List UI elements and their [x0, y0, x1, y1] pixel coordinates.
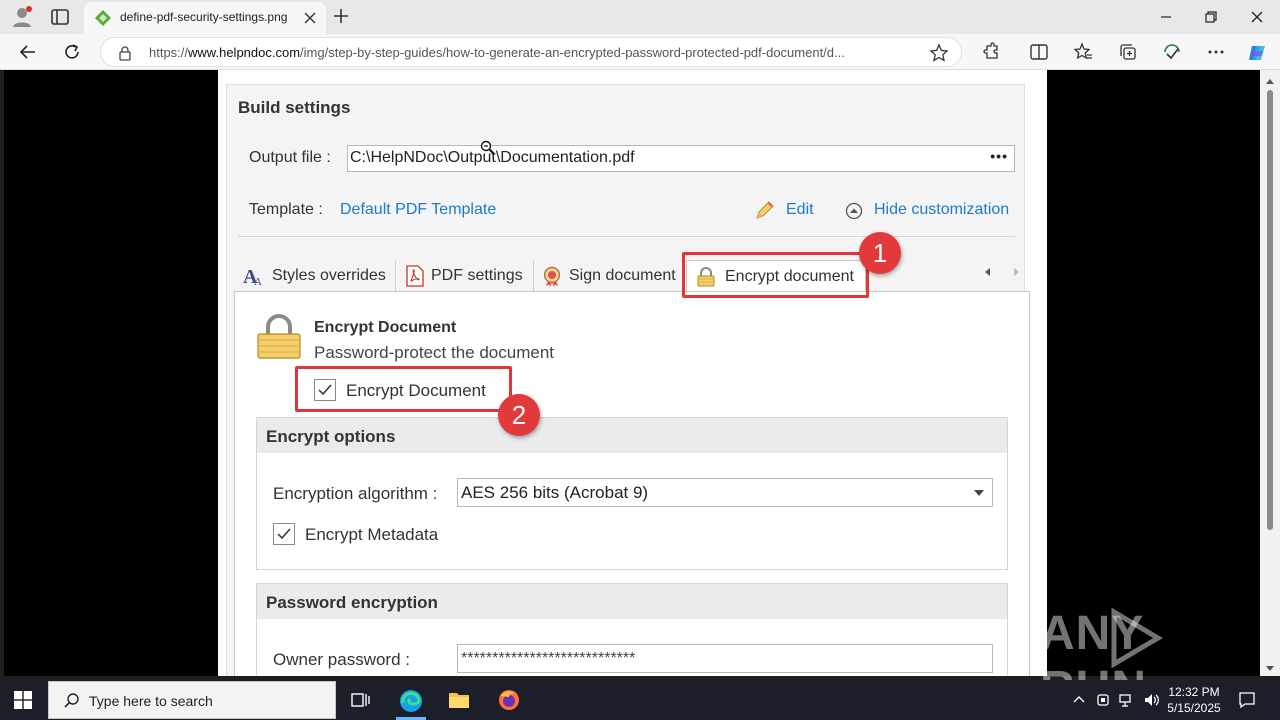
minimize-icon[interactable] [1155, 6, 1177, 28]
favorite-star-icon[interactable] [929, 43, 949, 63]
encrypt-metadata-checkbox[interactable] [273, 523, 295, 545]
encrypt-metadata-label[interactable]: Encrypt Metadata [305, 525, 438, 545]
restore-icon[interactable] [1200, 6, 1222, 28]
scroll-down-icon[interactable] [1265, 660, 1275, 671]
tab-scroll-right-icon[interactable] [1010, 265, 1022, 277]
build-settings-title: Build settings [238, 98, 351, 117]
output-file-input[interactable]: C:\HelpNDoc\Output\Documentation.pdf ••• [347, 145, 1015, 172]
usb-device-icon[interactable] [1095, 692, 1111, 708]
lock-icon[interactable] [117, 45, 133, 61]
favorites-icon[interactable] [1073, 42, 1093, 62]
edge-taskbar-icon[interactable] [398, 688, 422, 712]
step-badge-1: 1 [859, 232, 901, 274]
template-link[interactable]: Default PDF Template [340, 201, 496, 219]
search-placeholder: Type here to search [89, 693, 213, 709]
tab-close-icon[interactable] [302, 10, 318, 26]
screenshot-image: Build settings Output file : C:\HelpNDoc… [218, 70, 1047, 676]
clock-date: 5/15/2025 [1167, 701, 1221, 715]
back-icon[interactable] [18, 42, 38, 62]
network-icon[interactable] [1119, 692, 1135, 708]
clock-time: 12:32 PM [1168, 685, 1220, 699]
profile-icon[interactable] [10, 5, 34, 29]
notification-icon[interactable] [1238, 691, 1256, 709]
close-window-icon[interactable] [1246, 6, 1268, 28]
encrypt-options-title: Encrypt options [257, 418, 1007, 453]
settings-tabs: AA Styles overrides PDF settings Sign do… [234, 260, 1030, 292]
page-viewport: Build settings Output file : C:\HelpNDoc… [4, 70, 1260, 676]
large-padlock-icon [256, 314, 302, 360]
pencil-icon[interactable] [754, 199, 776, 221]
password-encryption-title: Password encryption [257, 584, 1007, 619]
url-text[interactable]: https://www.helpndoc.com/img/step-by-ste… [149, 45, 919, 60]
template-label: Template : [249, 201, 323, 218]
svg-text:A: A [254, 276, 262, 287]
play-logo-icon [1108, 607, 1164, 669]
encrypt-subtitle: Password-protect the document [314, 343, 555, 362]
tab-strip: define-pdf-security-settings.png [0, 0, 1280, 34]
system-clock[interactable]: 12:32 PM 5/15/2025 [1166, 684, 1222, 716]
collections-icon[interactable] [1118, 42, 1138, 62]
taskbar-search-box[interactable]: Type here to search [48, 681, 336, 719]
tab-title: define-pdf-security-settings.png [120, 10, 288, 24]
browser-tab[interactable]: define-pdf-security-settings.png [84, 2, 326, 34]
address-bar[interactable]: https://www.helpndoc.com/img/step-by-ste… [100, 37, 962, 67]
edit-button[interactable]: Edit [786, 201, 814, 219]
browser-toolbar: https://www.helpndoc.com/img/step-by-ste… [0, 34, 1280, 70]
windows-start-icon[interactable] [14, 691, 32, 709]
collapse-up-icon[interactable] [845, 202, 863, 220]
split-screen-icon[interactable] [1029, 42, 1049, 62]
encrypt-heading: Encrypt Document [314, 319, 457, 336]
volume-icon[interactable] [1143, 692, 1159, 708]
checkmark-icon [277, 528, 291, 540]
copilot-icon[interactable] [1247, 42, 1267, 62]
zoom-cursor-icon [480, 140, 496, 156]
certificate-seal-icon [543, 266, 561, 287]
encryption-algorithm-select[interactable]: AES 256 bits (Acrobat 9) [457, 478, 993, 507]
password-encryption-group: Password encryption Owner password : ***… [256, 583, 1008, 676]
tab-scroll-left-icon[interactable] [982, 265, 994, 277]
callout-box-1 [682, 252, 869, 298]
pdf-file-icon [406, 265, 424, 287]
windows-taskbar: Type here to search 12:32 PM 5/15/2025 [0, 680, 1280, 720]
tray-chevron-icon[interactable] [1071, 692, 1087, 708]
tab-sign-document[interactable]: Sign document [535, 260, 683, 292]
new-tab-icon[interactable] [331, 6, 351, 26]
hide-customization-link[interactable]: Hide customization [874, 201, 1009, 219]
step-badge-2: 2 [498, 394, 540, 436]
reload-icon[interactable] [62, 42, 82, 62]
encryption-algorithm-value: AES 256 bits (Acrobat 9) [461, 483, 649, 502]
browse-button[interactable]: ••• [990, 148, 1008, 164]
helpndoc-favicon-icon [94, 9, 112, 27]
tab-pdf-settings[interactable]: PDF settings [397, 260, 534, 292]
extensions-icon[interactable] [981, 42, 1001, 62]
encryption-algorithm-label: Encryption algorithm : [273, 484, 438, 503]
task-view-icon[interactable] [348, 688, 372, 712]
more-options-icon[interactable] [1206, 42, 1226, 62]
file-explorer-icon[interactable] [447, 688, 471, 712]
divider [238, 236, 1015, 237]
tab-actions-icon[interactable] [50, 7, 70, 27]
scroll-thumb[interactable] [1267, 90, 1273, 530]
owner-password-label: Owner password : [273, 650, 410, 669]
browser-essentials-icon[interactable] [1162, 42, 1182, 62]
callout-box-2 [295, 366, 512, 412]
output-file-label: Output file : [249, 149, 331, 166]
tab-styles-overrides[interactable]: AA Styles overrides [236, 260, 396, 292]
font-style-icon: AA [243, 266, 262, 287]
firefox-icon[interactable] [497, 688, 521, 712]
page-scrollbar[interactable] [1260, 70, 1280, 676]
scroll-up-icon[interactable] [1265, 74, 1275, 84]
encrypt-tab-content: Encrypt Document Password-protect the do… [234, 291, 1030, 676]
owner-password-input[interactable]: **************************** [457, 644, 993, 673]
encrypt-options-group: Encrypt options Encryption algorithm : A… [256, 417, 1008, 570]
search-icon [64, 693, 79, 708]
dropdown-arrow-icon[interactable] [974, 490, 984, 496]
